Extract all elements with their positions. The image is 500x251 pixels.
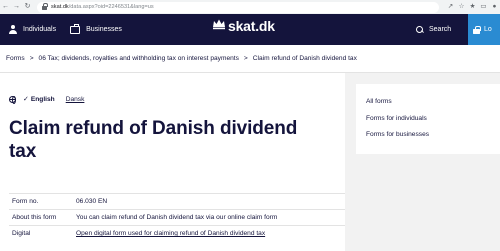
- table-row: Digital Open digital form used for claim…: [9, 225, 345, 241]
- form-info-table: Form no. 06.030 EN About this form You c…: [9, 193, 345, 241]
- search-icon: [416, 25, 424, 34]
- sidebar-link-forms-individuals[interactable]: Forms for individuals: [366, 115, 500, 132]
- forward-arrow-icon[interactable]: →: [11, 0, 22, 14]
- reload-icon[interactable]: ↻: [22, 0, 33, 14]
- lock-icon: [42, 2, 48, 10]
- crown-icon: [212, 17, 226, 35]
- language-danish-link[interactable]: Dansk: [66, 96, 85, 103]
- row-value: You can claim refund of Danish dividend …: [76, 214, 278, 221]
- table-row: About this form You can claim refund of …: [9, 209, 345, 225]
- sidebar-link-all-forms[interactable]: All forms: [366, 98, 500, 115]
- browser-toolbar: ← → ↻ skat.dk/data.aspx?oid=2246531&lang…: [0, 0, 500, 14]
- sidepanel-icon[interactable]: ▭: [478, 0, 489, 14]
- lock-icon: [473, 25, 481, 34]
- checkmark-icon: ✓: [23, 96, 29, 103]
- logo-text: skat.dk: [228, 18, 275, 34]
- row-key: Form no.: [12, 198, 39, 205]
- breadcrumb-category[interactable]: 06 Tax; dividends, royalties and withhol…: [39, 55, 239, 62]
- search-label: Search: [429, 26, 452, 33]
- bookmark-star-icon[interactable]: ☆: [456, 0, 467, 14]
- breadcrumb-forms[interactable]: Forms: [6, 55, 25, 62]
- digital-form-link[interactable]: Open digital form used for claiming refu…: [76, 230, 345, 237]
- sidebar: All forms Forms for individuals Forms fo…: [356, 84, 500, 154]
- site-logo[interactable]: skat.dk: [212, 17, 275, 35]
- breadcrumb-current: Claim refund of Danish dividend tax: [252, 55, 357, 62]
- nav-businesses-label: Businesses: [86, 26, 122, 33]
- search-button[interactable]: Search: [416, 14, 451, 45]
- language-switcher: ✓ English Dansk: [9, 95, 85, 105]
- site-header: Individuals Businesses skat.dk Search Lo: [0, 14, 500, 45]
- globe-icon: [9, 95, 16, 105]
- row-key: About this form: [12, 214, 57, 221]
- breadcrumb: Forms > 06 Tax; dividends, royalties and…: [0, 45, 500, 73]
- url-host: skat.dk: [51, 4, 69, 10]
- nav-individuals-label: Individuals: [23, 26, 57, 33]
- table-row: Form no. 06.030 EN: [9, 193, 345, 209]
- nav-individuals[interactable]: Individuals: [8, 25, 56, 34]
- breadcrumb-separator: >: [243, 55, 248, 62]
- profile-icon[interactable]: ●: [489, 0, 500, 14]
- page-title: Claim refund of Danish dividend tax: [9, 118, 298, 162]
- back-arrow-icon[interactable]: ←: [0, 0, 11, 14]
- login-button[interactable]: Lo: [468, 14, 500, 45]
- address-bar[interactable]: skat.dk/data.aspx?oid=2246531&lang=us: [37, 1, 439, 13]
- sidebar-link-forms-businesses[interactable]: Forms for businesses: [366, 131, 500, 148]
- extensions-icon[interactable]: ★: [467, 0, 478, 14]
- share-icon[interactable]: ↗: [445, 0, 456, 14]
- main-content: ✓ English Dansk Claim refund of Danish d…: [0, 73, 345, 251]
- language-english: English: [30, 95, 55, 103]
- breadcrumb-separator: >: [29, 55, 34, 62]
- briefcase-icon: [70, 23, 81, 34]
- row-value: 06.030 EN: [76, 198, 108, 205]
- url-path: /data.aspx?oid=2246531&lang=us: [68, 4, 154, 10]
- login-label: Lo: [484, 26, 492, 33]
- row-key: Digital: [12, 230, 31, 237]
- person-icon: [8, 25, 17, 34]
- nav-businesses[interactable]: Businesses: [70, 23, 122, 34]
